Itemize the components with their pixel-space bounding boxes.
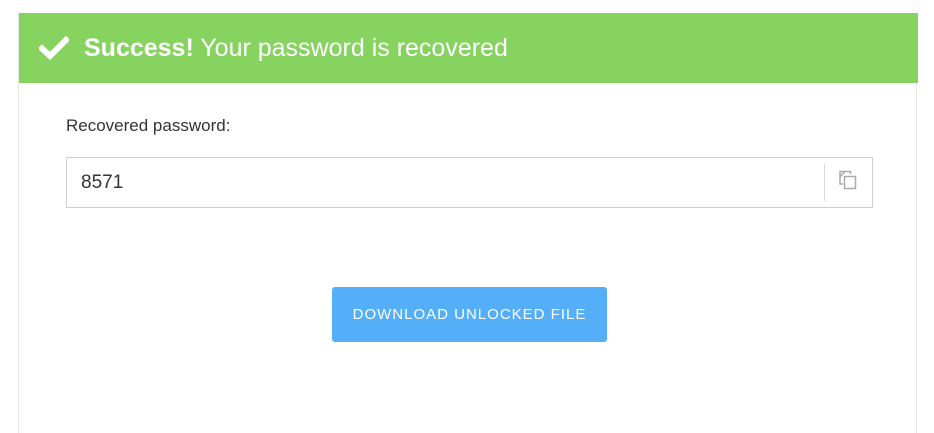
banner-message: Success! Your password is recovered — [84, 34, 508, 62]
password-field-group — [66, 157, 873, 208]
download-unlocked-file-button[interactable]: DOWNLOAD UNLOCKED FILE — [332, 287, 607, 342]
recovered-password-label: Recovered password: — [66, 116, 231, 135]
copy-icon — [838, 170, 858, 195]
copy-button[interactable] — [824, 158, 872, 207]
result-panel: Success! Your password is recovered Reco… — [18, 13, 918, 433]
banner-detail-text: Your password is recovered — [193, 34, 508, 62]
recovered-password-input[interactable] — [67, 158, 824, 207]
banner-strong-text: Success! — [84, 34, 194, 62]
success-banner: Success! Your password is recovered — [19, 13, 918, 83]
check-icon — [38, 34, 70, 62]
